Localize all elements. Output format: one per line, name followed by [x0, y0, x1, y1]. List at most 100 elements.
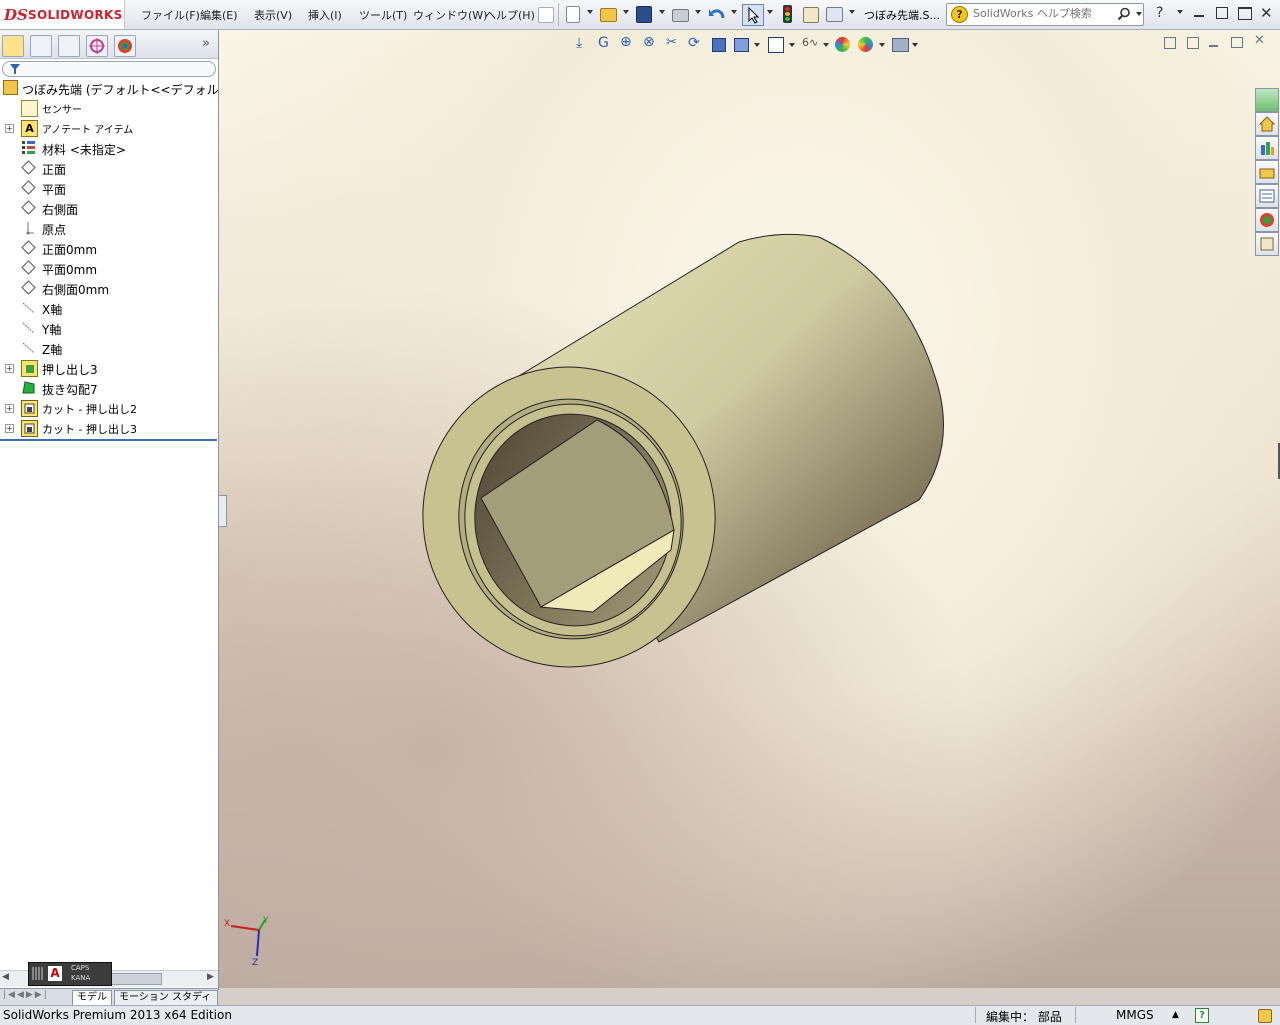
select-tool-icon[interactable]	[742, 4, 764, 26]
menu-insert[interactable]: 挿入(I)	[308, 7, 342, 23]
tree-item-label: 右側面0mm	[42, 283, 110, 297]
graphics-viewport[interactable]: ⤓ G ⊕ ⊗ ✂ ⟳ 6∿ ✕ X Y Z	[219, 30, 1280, 988]
feature-manager-tab-icon[interactable]	[2, 35, 24, 57]
tree-item-y-axis[interactable]: Y軸	[0, 318, 218, 338]
help-dropdown-icon[interactable]	[1177, 10, 1183, 14]
configuration-manager-tab-icon[interactable]	[58, 35, 80, 57]
solidworks-resources-icon[interactable]	[1255, 88, 1279, 112]
minimize-icon[interactable]	[1194, 15, 1204, 17]
dimxpert-tab-icon[interactable]	[86, 35, 108, 57]
tree-item-draft7[interactable]: 抜き勾配7	[0, 378, 218, 398]
open-dropdown-icon[interactable]	[623, 10, 629, 14]
tab-model[interactable]: モデル	[72, 990, 112, 1005]
home-icon[interactable]	[1255, 112, 1279, 136]
draft-icon	[21, 380, 36, 395]
menu-file[interactable]: ファイル(F)	[141, 7, 200, 23]
expand-toggle[interactable]: +	[5, 424, 14, 433]
ime-indicator[interactable]: A CAPS KANA	[28, 962, 112, 986]
display-manager-tab-icon[interactable]	[114, 35, 136, 57]
scroll-thumb[interactable]	[110, 973, 162, 985]
appearances-scenes-icon[interactable]	[1255, 208, 1279, 232]
tree-item-label: センサー	[42, 105, 82, 116]
tree-item-cut-extrude2[interactable]: + カット - 押し出し2	[0, 398, 218, 418]
units-menu-icon[interactable]: ▲	[1172, 1010, 1179, 1020]
restore-icon[interactable]	[1216, 7, 1228, 19]
search-icon[interactable]	[1117, 7, 1131, 21]
tree-root[interactable]: つぼみ先端 (デフォルト<<デフォルト>_表	[0, 78, 259, 98]
expand-toggle[interactable]: +	[5, 364, 14, 373]
tag-icon[interactable]	[1258, 1009, 1272, 1023]
tree-item-material[interactable]: 材料 <未指定>	[0, 138, 218, 158]
new-dropdown-icon[interactable]	[587, 10, 593, 14]
undo-dropdown-icon[interactable]	[731, 10, 737, 14]
keyboard-icon	[32, 967, 44, 980]
quick-tips-icon[interactable]: ?	[1195, 1008, 1209, 1023]
new-document-icon[interactable]	[566, 6, 580, 23]
solidworks-logo[interactable]: DS SOLIDWORKS	[0, 0, 125, 29]
undo-icon[interactable]	[708, 6, 726, 24]
search-dropdown-icon[interactable]	[1136, 12, 1142, 16]
help-search-box[interactable]: ?	[946, 3, 1144, 26]
menu-tools[interactable]: ツール(T)	[359, 7, 407, 23]
sensor-icon	[21, 100, 38, 117]
tree-item-label: Z軸	[42, 343, 63, 357]
save-dropdown-icon[interactable]	[659, 10, 665, 14]
options-icon[interactable]	[826, 7, 843, 22]
tree-item-origin[interactable]: 原点	[0, 218, 218, 238]
status-units[interactable]: MMGS	[1116, 1008, 1154, 1022]
triad-z-label: Z	[252, 958, 259, 968]
menu-edit[interactable]: 編集(E)	[200, 7, 238, 23]
tree-item-label: 正面	[42, 163, 67, 177]
menu-view[interactable]: 表示(V)	[254, 7, 292, 23]
tab-navigation-icon[interactable]: |◀◀▶▶|	[3, 990, 49, 1000]
save-icon[interactable]	[636, 6, 652, 23]
menu-bar: DS SOLIDWORKS ファイル(F) 編集(E) 表示(V) 挿入(I) …	[0, 0, 1280, 30]
print-icon[interactable]	[672, 9, 689, 22]
file-explorer-icon[interactable]	[1255, 160, 1279, 184]
maximize-icon[interactable]	[1238, 7, 1252, 20]
menu-help[interactable]: ヘルプ(H)	[485, 7, 535, 23]
tree-item-x-axis[interactable]: X軸	[0, 298, 218, 318]
tree-item-top-plane[interactable]: 平面	[0, 178, 218, 198]
file-properties-icon[interactable]	[803, 7, 819, 23]
scroll-right-icon[interactable]: ▶	[207, 972, 214, 982]
menu-window[interactable]: ウィンドウ(W)	[413, 7, 487, 23]
tree-item-front-plane[interactable]: 正面	[0, 158, 218, 178]
print-dropdown-icon[interactable]	[695, 10, 701, 14]
triad-x-label: X	[224, 919, 231, 929]
tree-item-label: アノテート アイテム	[42, 125, 134, 136]
options-dropdown-icon[interactable]	[849, 10, 855, 14]
help-search-input[interactable]	[971, 6, 1115, 21]
rebuild-traffic-light-icon[interactable]	[783, 5, 792, 23]
part-icon	[3, 80, 18, 95]
custom-properties-icon[interactable]	[1255, 232, 1279, 256]
tree-item-z-axis[interactable]: Z軸	[0, 338, 218, 358]
open-folder-icon[interactable]	[600, 8, 617, 22]
help-icon[interactable]: ?	[1156, 5, 1163, 21]
tree-item-top-plane-0mm[interactable]: 平面0mm	[0, 258, 218, 278]
tree-item-front-plane-0mm[interactable]: 正面0mm	[0, 238, 218, 258]
view-palette-icon[interactable]	[1255, 184, 1279, 208]
tree-filter[interactable]	[2, 61, 216, 77]
rollback-bar[interactable]	[0, 439, 217, 441]
property-manager-tab-icon[interactable]	[30, 35, 52, 57]
pin-icon[interactable]	[538, 7, 554, 23]
part-model[interactable]	[219, 30, 1280, 988]
scroll-left-icon[interactable]: ◀	[2, 972, 9, 982]
annotation-icon: A	[21, 120, 38, 137]
tree-item-right-plane-0mm[interactable]: 右側面0mm	[0, 278, 218, 298]
expand-toggle[interactable]: +	[5, 124, 14, 133]
select-dropdown-icon[interactable]	[767, 10, 773, 14]
tab-motion-study[interactable]: モーション スタディ 1	[114, 990, 218, 1017]
close-icon[interactable]: ✕	[1260, 4, 1273, 22]
caps-indicator: CAPS	[71, 964, 90, 972]
tree-item-annotations[interactable]: + A アノテート アイテム	[0, 118, 218, 138]
tree-item-extrude3[interactable]: + 押し出し3	[0, 358, 218, 378]
expand-toggle[interactable]: +	[5, 404, 14, 413]
tree-item-cut-extrude3[interactable]: + カット - 押し出し3	[0, 418, 218, 438]
tree-item-label: 平面	[42, 183, 67, 197]
tree-item-right-plane[interactable]: 右側面	[0, 198, 218, 218]
tree-item-sensor[interactable]: センサー	[0, 98, 218, 118]
expand-panel-icon[interactable]: »	[202, 36, 210, 51]
design-library-icon[interactable]	[1255, 136, 1279, 160]
